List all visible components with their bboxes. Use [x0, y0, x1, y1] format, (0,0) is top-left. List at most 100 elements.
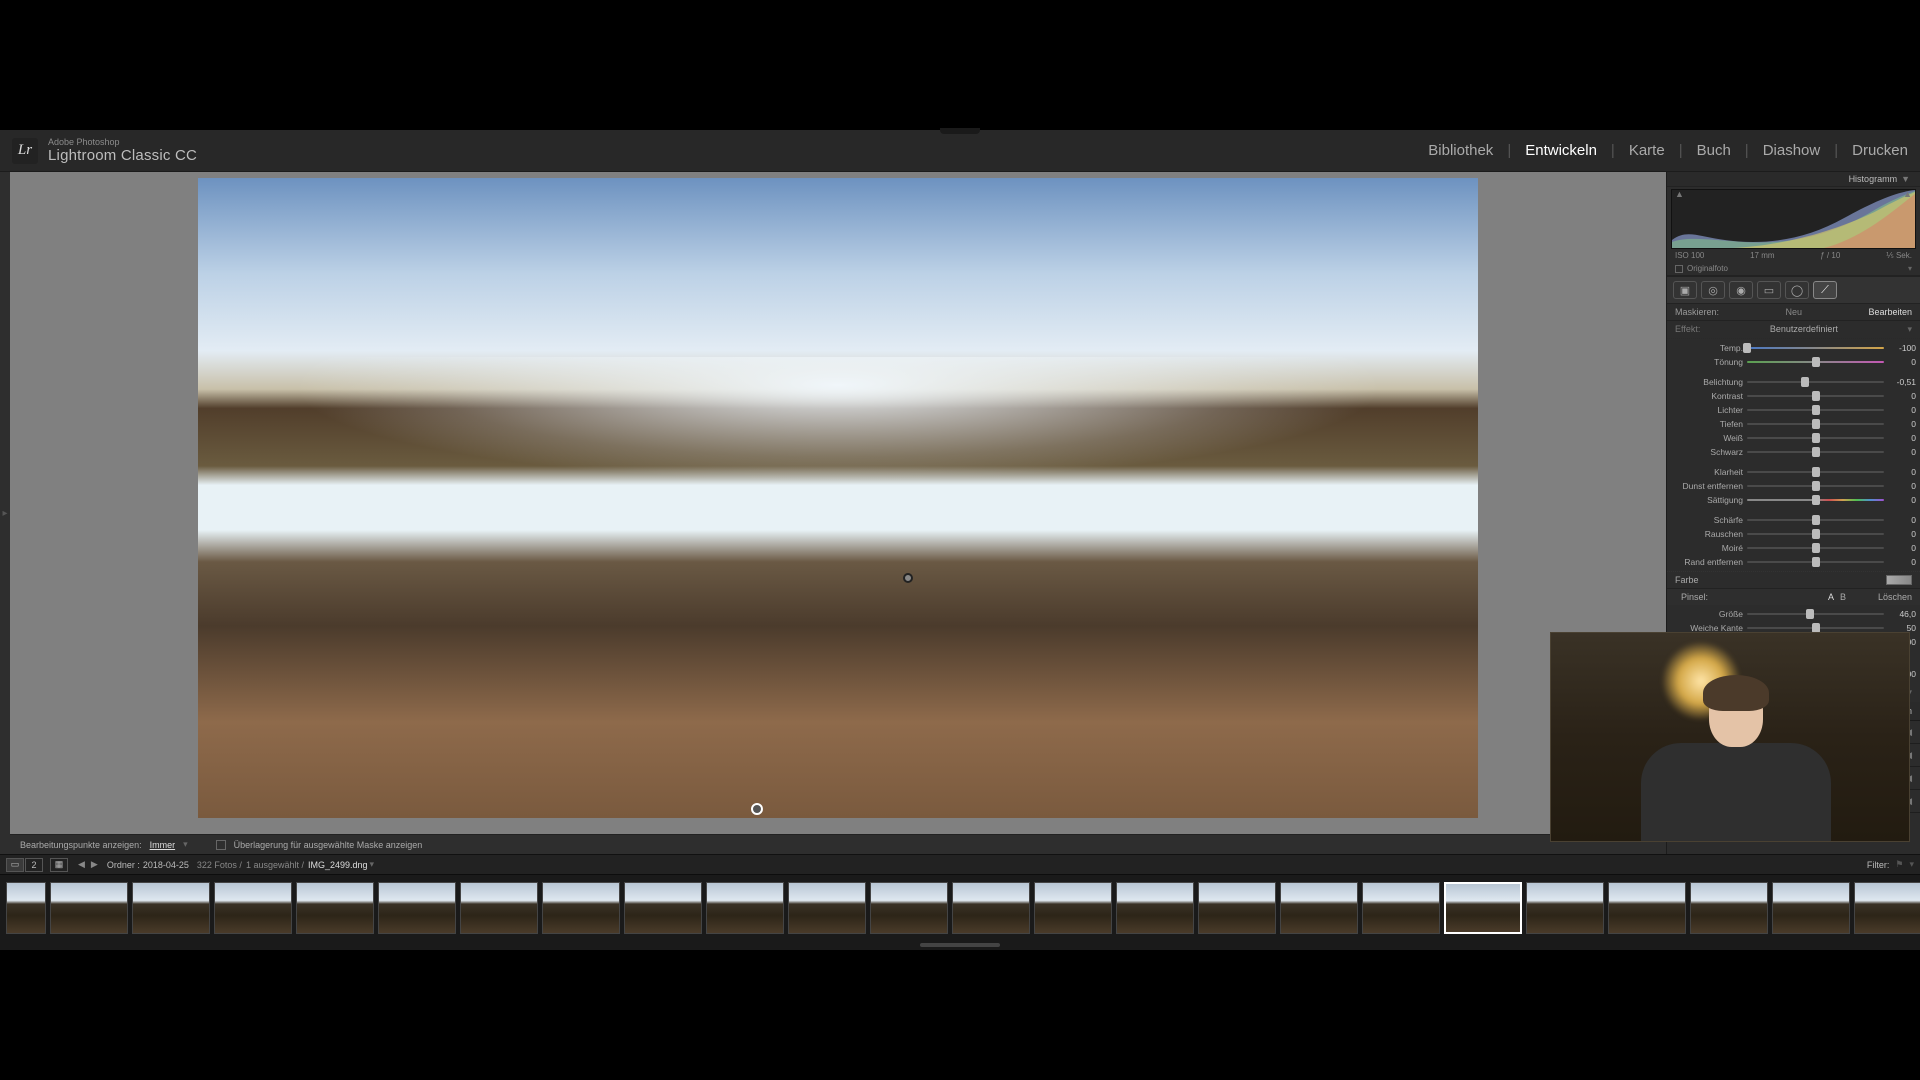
filmstrip[interactable] [0, 874, 1920, 940]
shadow-clip-icon[interactable]: ▲ [1675, 189, 1684, 199]
thumbnail[interactable] [542, 882, 620, 934]
slider-track[interactable] [1747, 515, 1884, 525]
highlight-clip-icon[interactable]: ▲ [1903, 189, 1912, 199]
histogram[interactable]: ▲▲ [1671, 189, 1916, 249]
thumbnail[interactable] [952, 882, 1030, 934]
slider-value[interactable]: 0 [1888, 447, 1916, 457]
module-buch[interactable]: Buch [1697, 142, 1749, 159]
slider-value[interactable]: 0 [1888, 543, 1916, 553]
view-loupe[interactable]: ▭ [6, 858, 24, 872]
slider-thumb[interactable] [1806, 609, 1814, 619]
tool-brush[interactable]: ⟋ [1813, 281, 1837, 299]
panel-handle-top[interactable] [940, 128, 980, 134]
slider-value[interactable]: -0,51 [1888, 377, 1916, 387]
chevron-icon[interactable]: ▾ [1908, 264, 1912, 273]
thumbnail[interactable] [460, 882, 538, 934]
tool-grad-radial[interactable]: ◯ [1785, 281, 1809, 299]
thumbnail[interactable] [870, 882, 948, 934]
adjustment-pin[interactable] [903, 573, 913, 583]
effect-dropdown-icon[interactable]: ▾ [1907, 324, 1912, 335]
slider-value[interactable]: 0 [1888, 515, 1916, 525]
slider-value[interactable]: 0 [1888, 357, 1916, 367]
thumbnail[interactable] [6, 882, 46, 934]
filter-dropdown-icon[interactable]: ▾ [1909, 859, 1914, 870]
slider-track[interactable] [1747, 481, 1884, 491]
photo-preview[interactable] [198, 178, 1478, 818]
brush-a[interactable]: A [1828, 592, 1834, 602]
filename-dropdown-icon[interactable]: ▾ [370, 859, 375, 870]
thumbnail[interactable] [1526, 882, 1604, 934]
slider-value[interactable]: 0 [1888, 529, 1916, 539]
mask-edit[interactable]: Bearbeiten [1868, 307, 1912, 317]
thumbnail[interactable] [1116, 882, 1194, 934]
slider-thumb[interactable] [1743, 343, 1751, 353]
original-checkbox[interactable] [1675, 265, 1683, 273]
slider-track[interactable] [1747, 433, 1884, 443]
slider-thumb[interactable] [1812, 447, 1820, 457]
slider-value[interactable]: 0 [1888, 433, 1916, 443]
module-drucken[interactable]: Drucken [1852, 142, 1908, 159]
slider-track[interactable] [1747, 391, 1884, 401]
slider-thumb[interactable] [1812, 433, 1820, 443]
slider-thumb[interactable] [1812, 515, 1820, 525]
slider-track[interactable] [1747, 609, 1884, 619]
slider-track[interactable] [1747, 357, 1884, 367]
slider-value[interactable]: 0 [1888, 557, 1916, 567]
slider-value[interactable]: 0 [1888, 495, 1916, 505]
brush-erase[interactable]: Löschen [1878, 592, 1912, 602]
thumbnail[interactable] [296, 882, 374, 934]
slider-value[interactable]: 0 [1888, 391, 1916, 401]
mask-new[interactable]: Neu [1719, 307, 1868, 317]
nav-back-icon[interactable]: ◀ [78, 859, 85, 870]
color-swatch[interactable] [1886, 575, 1912, 585]
overlay-checkbox[interactable] [216, 840, 226, 850]
slider-value[interactable]: 0 [1888, 467, 1916, 477]
thumbnail[interactable] [214, 882, 292, 934]
tool-redeye[interactable]: ◉ [1729, 281, 1753, 299]
thumbnail[interactable] [624, 882, 702, 934]
folder-date[interactable]: 2018-04-25 [143, 860, 189, 870]
grid-icon[interactable]: ▦ [50, 858, 68, 872]
module-diashow[interactable]: Diashow [1763, 142, 1838, 159]
thumbnail[interactable] [132, 882, 210, 934]
thumbnail[interactable] [1772, 882, 1850, 934]
module-karte[interactable]: Karte [1629, 142, 1683, 159]
slider-value[interactable]: 0 [1888, 481, 1916, 491]
thumbnail[interactable] [1362, 882, 1440, 934]
slider-track[interactable] [1747, 467, 1884, 477]
filter-flag-icon[interactable]: ⚑ [1895, 859, 1903, 870]
tool-crop[interactable]: ▣ [1673, 281, 1697, 299]
tool-spot[interactable]: ◎ [1701, 281, 1725, 299]
nav-fwd-icon[interactable]: ▶ [91, 859, 98, 870]
brush-b[interactable]: B [1840, 592, 1846, 602]
module-bibliothek[interactable]: Bibliothek [1428, 142, 1511, 159]
slider-thumb[interactable] [1812, 495, 1820, 505]
slider-thumb[interactable] [1812, 357, 1820, 367]
thumbnail[interactable] [1690, 882, 1768, 934]
panel-handle-bottom[interactable] [0, 940, 1920, 950]
thumbnail[interactable] [1444, 882, 1522, 934]
slider-track[interactable] [1747, 419, 1884, 429]
slider-thumb[interactable] [1812, 543, 1820, 553]
module-entwickeln[interactable]: Entwickeln [1525, 142, 1615, 159]
thumbnail[interactable] [50, 882, 128, 934]
slider-thumb[interactable] [1812, 467, 1820, 477]
slider-track[interactable] [1747, 543, 1884, 553]
thumbnail[interactable] [1198, 882, 1276, 934]
slider-track[interactable] [1747, 447, 1884, 457]
slider-value[interactable]: 46,0 [1888, 609, 1916, 619]
thumbnail[interactable] [1034, 882, 1112, 934]
slider-thumb[interactable] [1812, 557, 1820, 567]
slider-thumb[interactable] [1801, 377, 1809, 387]
slider-value[interactable]: -100 [1888, 343, 1916, 353]
slider-value[interactable]: 0 [1888, 405, 1916, 415]
tool-grad-linear[interactable]: ▭ [1757, 281, 1781, 299]
thumbnail[interactable] [706, 882, 784, 934]
thumbnail[interactable] [1608, 882, 1686, 934]
slider-track[interactable] [1747, 405, 1884, 415]
dropdown-icon[interactable]: ▾ [183, 839, 188, 850]
slider-thumb[interactable] [1812, 529, 1820, 539]
thumbnail[interactable] [1280, 882, 1358, 934]
thumbnail[interactable] [1854, 882, 1920, 934]
thumbnail[interactable] [788, 882, 866, 934]
